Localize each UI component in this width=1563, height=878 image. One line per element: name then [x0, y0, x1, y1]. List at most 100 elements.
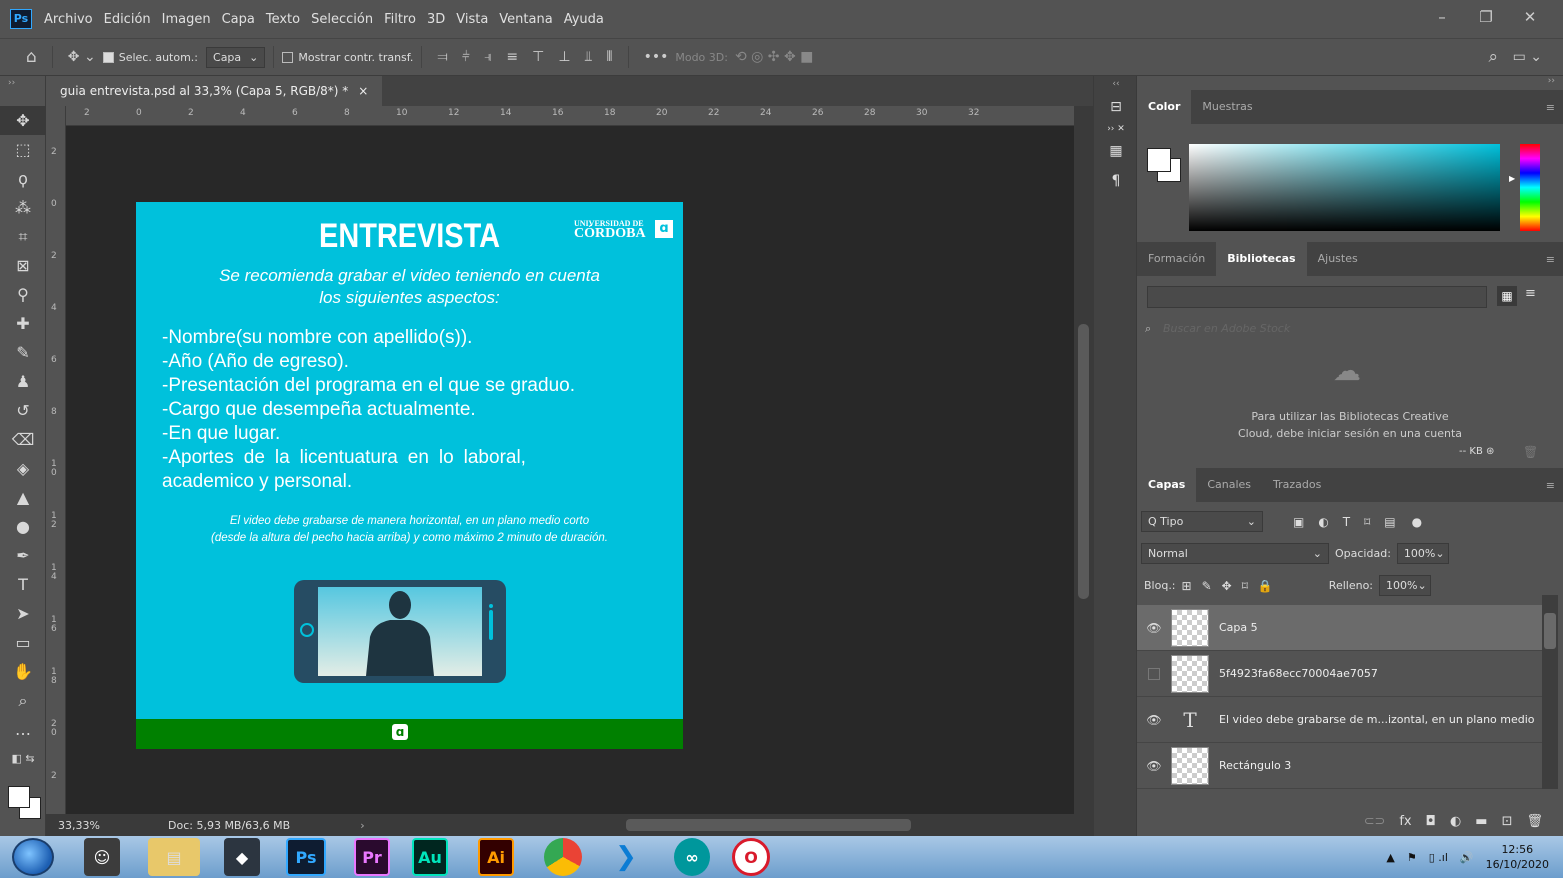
tab-ajustes[interactable]: Ajustes	[1307, 242, 1369, 276]
move-tool-icon[interactable]: ✥ ⌄	[68, 49, 96, 65]
new-group-icon[interactable]: ▬	[1475, 814, 1487, 829]
lock-icons[interactable]: ⊞✎✥⌑🔒	[1182, 579, 1283, 593]
tray-expand-icon[interactable]: ▲	[1386, 851, 1394, 864]
filter-toggle-icon[interactable]: ●	[1412, 515, 1422, 529]
network-icon[interactable]: ▯ .ıl	[1429, 851, 1448, 864]
brush-tool-icon[interactable]: ✎	[0, 338, 46, 367]
delete-layer-icon[interactable]: 🗑	[1526, 814, 1543, 829]
action-center-flag-icon[interactable]: ⚑	[1407, 851, 1417, 864]
arduino-icon[interactable]: ∞	[674, 838, 710, 876]
list-view-icon[interactable]: ≡	[1525, 286, 1536, 301]
tab-formacion[interactable]: Formación	[1137, 242, 1216, 276]
photoshop-taskbar-icon[interactable]: Ps	[286, 838, 326, 876]
visibility-eye-icon[interactable]: 👁	[1137, 713, 1171, 727]
expand-panels-icon[interactable]: ‹‹	[1094, 76, 1138, 92]
dodge-tool-icon[interactable]: ●	[0, 512, 46, 541]
canvas-horizontal-scrollbar[interactable]	[626, 819, 911, 831]
swap-colors-icon[interactable]: ◧ ⇆	[0, 744, 46, 773]
add-mask-icon[interactable]: ◘	[1426, 814, 1436, 829]
layer-style-icon[interactable]: fx	[1399, 814, 1411, 829]
canvas-area[interactable]: ENTREVISTA UNIVERSIDAD DE CÓRDOBA ɑ Se r…	[66, 126, 1074, 814]
move-tool-icon[interactable]: ✥	[0, 106, 46, 135]
rectangle-tool-icon[interactable]: ▭	[0, 628, 46, 657]
menu-seleccion[interactable]: Selección	[311, 12, 373, 27]
user-app-icon[interactable]: ☺	[84, 838, 120, 876]
visibility-eye-icon[interactable]: 👁	[1137, 759, 1171, 773]
status-arrow-icon[interactable]: ›	[360, 819, 364, 832]
magic-wand-tool-icon[interactable]: ⁂	[0, 193, 46, 222]
history-brush-tool-icon[interactable]: ↺	[0, 396, 46, 425]
menu-edicion[interactable]: Edición	[104, 12, 151, 27]
expand-right-icon[interactable]: ››	[1137, 76, 1563, 90]
stamp-tool-icon[interactable]: ♟	[0, 367, 46, 396]
close-tab-icon[interactable]: ×	[358, 84, 368, 106]
layer-name[interactable]: 5f4923fa68ecc70004ae7057	[1219, 667, 1378, 680]
layer-row[interactable]: 👁 T El video debe grabarse de m...izonta…	[1137, 697, 1542, 743]
layer-row[interactable]: 5f4923fa68ecc70004ae7057	[1137, 651, 1542, 697]
canvas-vertical-scrollbar[interactable]	[1074, 106, 1093, 814]
tab-canales[interactable]: Canales	[1196, 468, 1262, 502]
vscode-icon[interactable]: ❯	[600, 838, 652, 876]
tab-trazados[interactable]: Trazados	[1262, 468, 1332, 502]
hand-tool-icon[interactable]: ✋	[0, 657, 46, 686]
eraser-tool-icon[interactable]: ⌫	[0, 425, 46, 454]
path-selection-tool-icon[interactable]: ➤	[0, 599, 46, 628]
layer-name[interactable]: El video debe grabarse de m...izontal, e…	[1219, 713, 1535, 726]
workspace-icon[interactable]: ▭ ⌄	[1513, 49, 1542, 65]
minimize-icon[interactable]: –	[1427, 6, 1457, 28]
panel-menu-icon[interactable]: ≡	[1546, 479, 1555, 492]
menu-ayuda[interactable]: Ayuda	[564, 12, 604, 27]
crop-tool-icon[interactable]: ⌗	[0, 222, 46, 251]
menu-capa[interactable]: Capa	[222, 12, 255, 27]
align-right-icon[interactable]: ⫣	[484, 49, 492, 65]
panel-menu-icon[interactable]: ≡	[1546, 253, 1555, 266]
layer-name[interactable]: Rectángulo 3	[1219, 759, 1291, 772]
fill-input[interactable]: 100% ⌄	[1379, 575, 1432, 596]
distribute-icon[interactable]: ≡	[506, 49, 518, 65]
properties-panel-icon[interactable]: ▦	[1094, 136, 1138, 166]
panel-menu-icon[interactable]: ≡	[1546, 101, 1555, 114]
library-dropdown[interactable]	[1147, 286, 1487, 308]
visibility-off-icon[interactable]	[1148, 667, 1160, 680]
blur-tool-icon[interactable]: ▲	[0, 483, 46, 512]
align-middle-icon[interactable]: ⊥	[558, 49, 570, 65]
layer-filter-icons[interactable]: ▣◐T⌑▤	[1293, 515, 1410, 529]
healing-brush-tool-icon[interactable]: ✚	[0, 309, 46, 338]
menu-3d[interactable]: 3D	[427, 12, 445, 27]
menu-vista[interactable]: Vista	[456, 12, 488, 27]
more-options-icon[interactable]: •••	[644, 49, 669, 65]
taskbar-clock[interactable]: 12:56 16/10/2020	[1486, 842, 1549, 872]
align-bottom-icon[interactable]: ⫫	[585, 49, 593, 65]
lasso-tool-icon[interactable]: ϙ	[0, 164, 46, 193]
layer-row[interactable]: 👁 Rectángulo 3	[1137, 743, 1542, 789]
doc-size[interactable]: Doc: 5,93 MB/63,6 MB	[168, 819, 290, 832]
hue-slider[interactable]	[1520, 144, 1540, 231]
color-picker-field[interactable]	[1189, 144, 1500, 231]
history-panel-icon[interactable]: ⊟	[1094, 92, 1138, 122]
premiere-taskbar-icon[interactable]: Pr	[354, 838, 390, 876]
opacity-input[interactable]: 100% ⌄	[1396, 543, 1449, 564]
illustrator-taskbar-icon[interactable]: Ai	[478, 838, 514, 876]
foreground-color-swatch[interactable]	[8, 786, 30, 808]
tab-color[interactable]: Color	[1137, 90, 1192, 124]
pen-tool-icon[interactable]: ✒	[0, 541, 46, 570]
menu-imagen[interactable]: Imagen	[162, 12, 211, 27]
marquee-tool-icon[interactable]: ⬚	[0, 135, 46, 164]
artboard[interactable]: ENTREVISTA UNIVERSIDAD DE CÓRDOBA ɑ Se r…	[136, 202, 683, 749]
menu-filtro[interactable]: Filtro	[384, 12, 416, 27]
align-top-icon[interactable]: ⊤	[532, 49, 544, 65]
layer-name[interactable]: Capa 5	[1219, 621, 1258, 634]
paint-bucket-tool-icon[interactable]: ◈	[0, 454, 46, 483]
start-button-icon[interactable]	[12, 838, 54, 876]
auto-select-checkbox[interactable]: Selec. autom.:	[102, 51, 198, 64]
search-icon[interactable]: ⌕	[1488, 47, 1498, 67]
frame-tool-icon[interactable]: ⊠	[0, 251, 46, 280]
type-tool-icon[interactable]: T	[0, 570, 46, 599]
filmora-icon[interactable]: ◆	[224, 838, 260, 876]
file-explorer-icon[interactable]: ▤	[148, 838, 200, 876]
document-tab[interactable]: guia entrevista.psd al 33,3% (Capa 5, RG…	[46, 76, 383, 106]
trash-icon[interactable]: 🗑	[1523, 445, 1538, 459]
adjustment-layer-icon[interactable]: ◐	[1450, 814, 1461, 829]
tab-muestras[interactable]: Muestras	[1191, 90, 1263, 124]
opera-icon[interactable]: O	[732, 838, 770, 876]
